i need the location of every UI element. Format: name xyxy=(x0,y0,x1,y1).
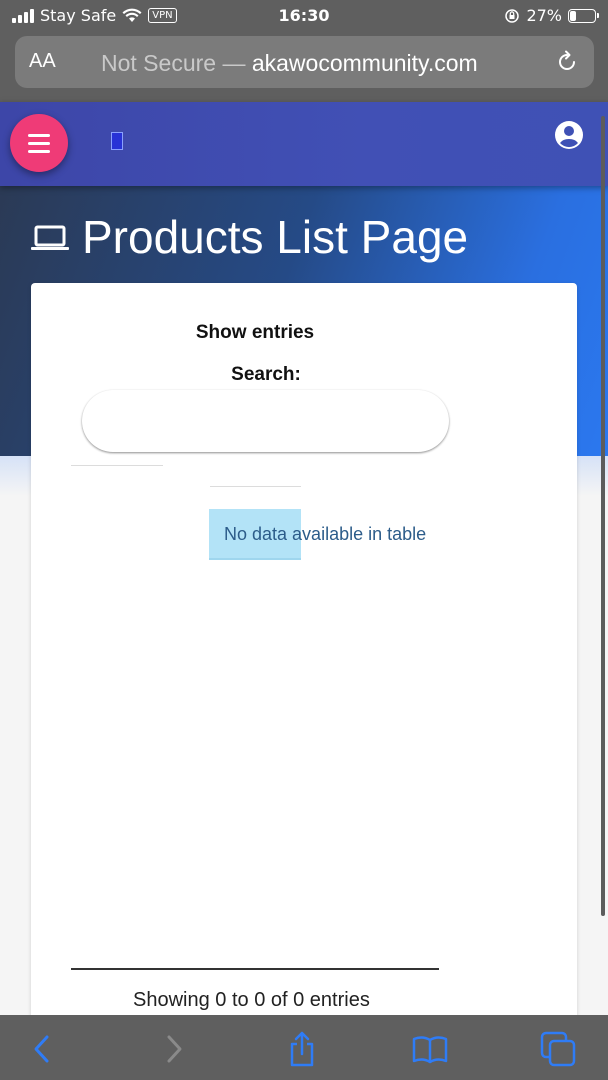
chevron-left-icon xyxy=(34,1035,49,1063)
url-separator: — xyxy=(216,50,252,76)
reader-settings-label: AA xyxy=(29,50,56,72)
hamburger-icon xyxy=(28,133,50,137)
browser-chrome: AA Not Secure — akawocommunity.com xyxy=(0,32,608,102)
products-table-card: Show entries Search: No data available i… xyxy=(31,283,577,1043)
url-display[interactable]: Not Secure — akawocommunity.com xyxy=(101,50,478,77)
page-title-text: Products List Page xyxy=(82,211,469,263)
table-body-divider xyxy=(210,486,301,487)
browser-toolbar xyxy=(0,1015,608,1080)
reload-icon[interactable] xyxy=(554,49,580,75)
table-footer-divider xyxy=(71,968,439,970)
book-icon xyxy=(412,1036,448,1064)
hamburger-line xyxy=(28,141,50,145)
share-icon xyxy=(290,1031,314,1067)
hamburger-line xyxy=(28,149,50,153)
status-bar: Stay Safe VPN 16:30 27% xyxy=(0,0,608,32)
table-header-divider xyxy=(71,465,163,466)
battery-percent: 27% xyxy=(526,6,562,25)
show-entries-label: Show entries xyxy=(195,322,315,343)
battery-icon xyxy=(568,8,599,23)
search-label: Search: xyxy=(231,364,301,385)
reader-settings-button[interactable]: AA xyxy=(29,50,56,73)
forward-button[interactable] xyxy=(154,1029,194,1069)
tabs-icon xyxy=(540,1031,576,1067)
bookmarks-button[interactable] xyxy=(410,1029,450,1069)
domain-label: akawocommunity.com xyxy=(251,50,478,76)
laptop-icon xyxy=(31,225,69,250)
search-input[interactable] xyxy=(82,390,449,452)
empty-table-message: No data available in table xyxy=(224,524,427,544)
battery-level xyxy=(570,10,577,21)
menu-button[interactable] xyxy=(10,114,68,172)
status-right: 27% xyxy=(504,6,599,25)
back-button[interactable] xyxy=(22,1029,62,1069)
table-info: Showing 0 to 0 of 0 entries xyxy=(133,989,370,1011)
site-logo[interactable] xyxy=(111,132,123,150)
scroll-indicator[interactable] xyxy=(601,116,605,916)
address-bar[interactable]: AA Not Secure — akawocommunity.com xyxy=(15,36,594,88)
share-button[interactable] xyxy=(282,1029,322,1069)
orientation-lock-icon xyxy=(505,8,520,23)
app-header xyxy=(0,102,608,186)
chevron-right-icon xyxy=(167,1035,182,1063)
security-label: Not Secure xyxy=(101,50,217,76)
page-title: Products List Page xyxy=(30,210,468,264)
account-circle-icon[interactable] xyxy=(554,120,584,150)
tabs-button[interactable] xyxy=(538,1029,578,1069)
